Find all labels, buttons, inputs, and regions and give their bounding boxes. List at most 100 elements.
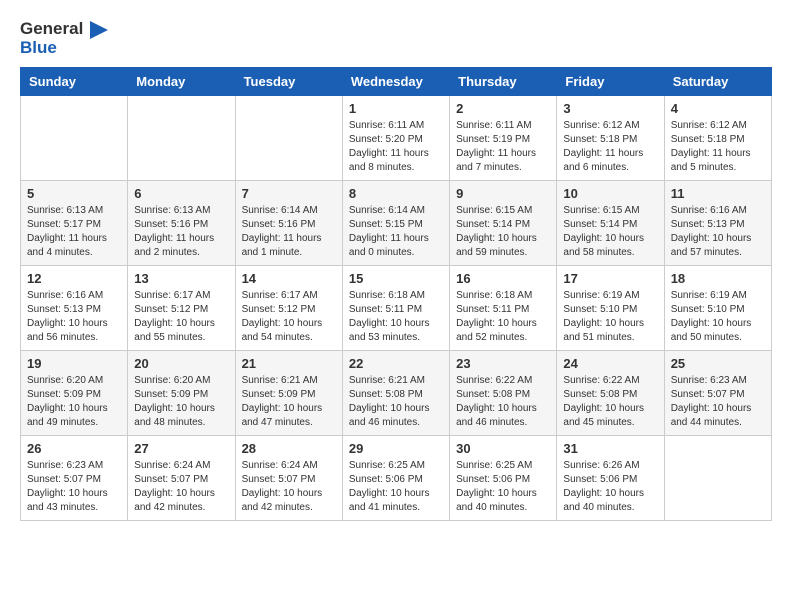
day-info: Sunrise: 6:20 AM Sunset: 5:09 PM Dayligh… bbox=[27, 374, 121, 430]
calendar-cell bbox=[21, 96, 128, 181]
day-number: 27 bbox=[134, 441, 228, 456]
calendar-cell: 5 Sunrise: 6:13 AM Sunset: 5:17 PM Daylig… bbox=[21, 181, 128, 266]
day-number: 9 bbox=[456, 186, 550, 201]
logo-wordmark: General Blue bbox=[20, 20, 108, 57]
day-info: Sunrise: 6:12 AM Sunset: 5:18 PM Dayligh… bbox=[563, 119, 657, 175]
weekday-header-wednesday: Wednesday bbox=[342, 68, 449, 96]
day-info: Sunrise: 6:25 AM Sunset: 5:06 PM Dayligh… bbox=[456, 459, 550, 515]
calendar-cell: 25 Sunrise: 6:23 AM Sunset: 5:07 PM Dayli… bbox=[664, 351, 771, 436]
day-info: Sunrise: 6:13 AM Sunset: 5:16 PM Dayligh… bbox=[134, 204, 228, 260]
day-number: 2 bbox=[456, 101, 550, 116]
day-info: Sunrise: 6:22 AM Sunset: 5:08 PM Dayligh… bbox=[563, 374, 657, 430]
weekday-header-thursday: Thursday bbox=[450, 68, 557, 96]
day-info: Sunrise: 6:20 AM Sunset: 5:09 PM Dayligh… bbox=[134, 374, 228, 430]
logo: General Blue bbox=[20, 20, 108, 57]
calendar-cell: 12 Sunrise: 6:16 AM Sunset: 5:13 PM Dayli… bbox=[21, 266, 128, 351]
day-info: Sunrise: 6:17 AM Sunset: 5:12 PM Dayligh… bbox=[134, 289, 228, 345]
day-info: Sunrise: 6:24 AM Sunset: 5:07 PM Dayligh… bbox=[242, 459, 336, 515]
day-number: 19 bbox=[27, 356, 121, 371]
day-info: Sunrise: 6:18 AM Sunset: 5:11 PM Dayligh… bbox=[349, 289, 443, 345]
day-info: Sunrise: 6:16 AM Sunset: 5:13 PM Dayligh… bbox=[27, 289, 121, 345]
calendar-week-row: 26 Sunrise: 6:23 AM Sunset: 5:07 PM Dayli… bbox=[21, 436, 772, 521]
weekday-header-saturday: Saturday bbox=[664, 68, 771, 96]
day-number: 31 bbox=[563, 441, 657, 456]
day-info: Sunrise: 6:24 AM Sunset: 5:07 PM Dayligh… bbox=[134, 459, 228, 515]
day-info: Sunrise: 6:14 AM Sunset: 5:15 PM Dayligh… bbox=[349, 204, 443, 260]
logo-general: General bbox=[20, 19, 83, 38]
day-number: 18 bbox=[671, 271, 765, 286]
day-info: Sunrise: 6:19 AM Sunset: 5:10 PM Dayligh… bbox=[671, 289, 765, 345]
day-number: 11 bbox=[671, 186, 765, 201]
calendar-cell: 26 Sunrise: 6:23 AM Sunset: 5:07 PM Dayli… bbox=[21, 436, 128, 521]
day-number: 6 bbox=[134, 186, 228, 201]
day-info: Sunrise: 6:13 AM Sunset: 5:17 PM Dayligh… bbox=[27, 204, 121, 260]
day-info: Sunrise: 6:21 AM Sunset: 5:08 PM Dayligh… bbox=[349, 374, 443, 430]
day-number: 3 bbox=[563, 101, 657, 116]
day-number: 28 bbox=[242, 441, 336, 456]
weekday-header-sunday: Sunday bbox=[21, 68, 128, 96]
calendar-body: 1 Sunrise: 6:11 AM Sunset: 5:20 PM Daylig… bbox=[21, 96, 772, 521]
day-number: 1 bbox=[349, 101, 443, 116]
calendar-cell: 17Sunrise: 6:19 AM Sunset: 5:10 PM Dayli… bbox=[557, 266, 664, 351]
calendar-cell: 30Sunrise: 6:25 AM Sunset: 5:06 PM Dayli… bbox=[450, 436, 557, 521]
day-info: Sunrise: 6:19 AM Sunset: 5:10 PM Dayligh… bbox=[563, 289, 657, 345]
calendar-cell: 6 Sunrise: 6:13 AM Sunset: 5:16 PM Daylig… bbox=[128, 181, 235, 266]
day-number: 23 bbox=[456, 356, 550, 371]
day-number: 13 bbox=[134, 271, 228, 286]
calendar-cell: 31 Sunrise: 6:26 AM Sunset: 5:06 PM Dayli… bbox=[557, 436, 664, 521]
calendar-cell bbox=[664, 436, 771, 521]
day-info: Sunrise: 6:25 AM Sunset: 5:06 PM Dayligh… bbox=[349, 459, 443, 515]
calendar-week-row: 1 Sunrise: 6:11 AM Sunset: 5:20 PM Daylig… bbox=[21, 96, 772, 181]
calendar-cell: 22 Sunrise: 6:21 AM Sunset: 5:08 PM Dayli… bbox=[342, 351, 449, 436]
day-number: 24 bbox=[563, 356, 657, 371]
calendar-cell: 18 Sunrise: 6:19 AM Sunset: 5:10 PM Dayli… bbox=[664, 266, 771, 351]
calendar-cell: 23 Sunrise: 6:22 AM Sunset: 5:08 PM Dayli… bbox=[450, 351, 557, 436]
day-info: Sunrise: 6:18 AM Sunset: 5:11 PM Dayligh… bbox=[456, 289, 550, 345]
calendar-cell: 15 Sunrise: 6:18 AM Sunset: 5:11 PM Dayli… bbox=[342, 266, 449, 351]
calendar-cell: 14Sunrise: 6:17 AM Sunset: 5:12 PM Dayli… bbox=[235, 266, 342, 351]
day-number: 26 bbox=[27, 441, 121, 456]
logo-arrow-icon bbox=[90, 21, 108, 39]
day-number: 20 bbox=[134, 356, 228, 371]
calendar-cell: 7Sunrise: 6:14 AM Sunset: 5:16 PM Daylig… bbox=[235, 181, 342, 266]
day-number: 22 bbox=[349, 356, 443, 371]
day-number: 12 bbox=[27, 271, 121, 286]
day-number: 8 bbox=[349, 186, 443, 201]
weekday-header-friday: Friday bbox=[557, 68, 664, 96]
calendar-cell: 3 Sunrise: 6:12 AM Sunset: 5:18 PM Daylig… bbox=[557, 96, 664, 181]
day-info: Sunrise: 6:17 AM Sunset: 5:12 PM Dayligh… bbox=[242, 289, 336, 345]
calendar-cell: 8 Sunrise: 6:14 AM Sunset: 5:15 PM Daylig… bbox=[342, 181, 449, 266]
day-info: Sunrise: 6:16 AM Sunset: 5:13 PM Dayligh… bbox=[671, 204, 765, 260]
calendar-cell: 29 Sunrise: 6:25 AM Sunset: 5:06 PM Dayli… bbox=[342, 436, 449, 521]
day-info: Sunrise: 6:23 AM Sunset: 5:07 PM Dayligh… bbox=[27, 459, 121, 515]
day-number: 16 bbox=[456, 271, 550, 286]
calendar-cell: 13 Sunrise: 6:17 AM Sunset: 5:12 PM Dayli… bbox=[128, 266, 235, 351]
day-info: Sunrise: 6:11 AM Sunset: 5:19 PM Dayligh… bbox=[456, 119, 550, 175]
calendar-table: SundayMondayTuesdayWednesdayThursdayFrid… bbox=[20, 67, 772, 521]
day-number: 15 bbox=[349, 271, 443, 286]
calendar-week-row: 12 Sunrise: 6:16 AM Sunset: 5:13 PM Dayli… bbox=[21, 266, 772, 351]
calendar-cell: 20 Sunrise: 6:20 AM Sunset: 5:09 PM Dayli… bbox=[128, 351, 235, 436]
day-info: Sunrise: 6:12 AM Sunset: 5:18 PM Dayligh… bbox=[671, 119, 765, 175]
day-info: Sunrise: 6:11 AM Sunset: 5:20 PM Dayligh… bbox=[349, 119, 443, 175]
calendar-cell: 28 Sunrise: 6:24 AM Sunset: 5:07 PM Dayli… bbox=[235, 436, 342, 521]
calendar-cell: 9 Sunrise: 6:15 AM Sunset: 5:14 PM Daylig… bbox=[450, 181, 557, 266]
day-number: 10 bbox=[563, 186, 657, 201]
day-info: Sunrise: 6:22 AM Sunset: 5:08 PM Dayligh… bbox=[456, 374, 550, 430]
calendar-cell: 11 Sunrise: 6:16 AM Sunset: 5:13 PM Dayli… bbox=[664, 181, 771, 266]
calendar-cell: 16 Sunrise: 6:18 AM Sunset: 5:11 PM Dayli… bbox=[450, 266, 557, 351]
calendar-week-row: 5 Sunrise: 6:13 AM Sunset: 5:17 PM Daylig… bbox=[21, 181, 772, 266]
day-number: 5 bbox=[27, 186, 121, 201]
calendar-week-row: 19 Sunrise: 6:20 AM Sunset: 5:09 PM Dayli… bbox=[21, 351, 772, 436]
day-number: 25 bbox=[671, 356, 765, 371]
calendar-cell: 21Sunrise: 6:21 AM Sunset: 5:09 PM Dayli… bbox=[235, 351, 342, 436]
day-number: 29 bbox=[349, 441, 443, 456]
day-info: Sunrise: 6:26 AM Sunset: 5:06 PM Dayligh… bbox=[563, 459, 657, 515]
calendar-cell: 10 Sunrise: 6:15 AM Sunset: 5:14 PM Dayli… bbox=[557, 181, 664, 266]
day-number: 7 bbox=[242, 186, 336, 201]
day-info: Sunrise: 6:23 AM Sunset: 5:07 PM Dayligh… bbox=[671, 374, 765, 430]
calendar-cell: 27 Sunrise: 6:24 AM Sunset: 5:07 PM Dayli… bbox=[128, 436, 235, 521]
day-info: Sunrise: 6:15 AM Sunset: 5:14 PM Dayligh… bbox=[456, 204, 550, 260]
day-number: 4 bbox=[671, 101, 765, 116]
day-info: Sunrise: 6:15 AM Sunset: 5:14 PM Dayligh… bbox=[563, 204, 657, 260]
